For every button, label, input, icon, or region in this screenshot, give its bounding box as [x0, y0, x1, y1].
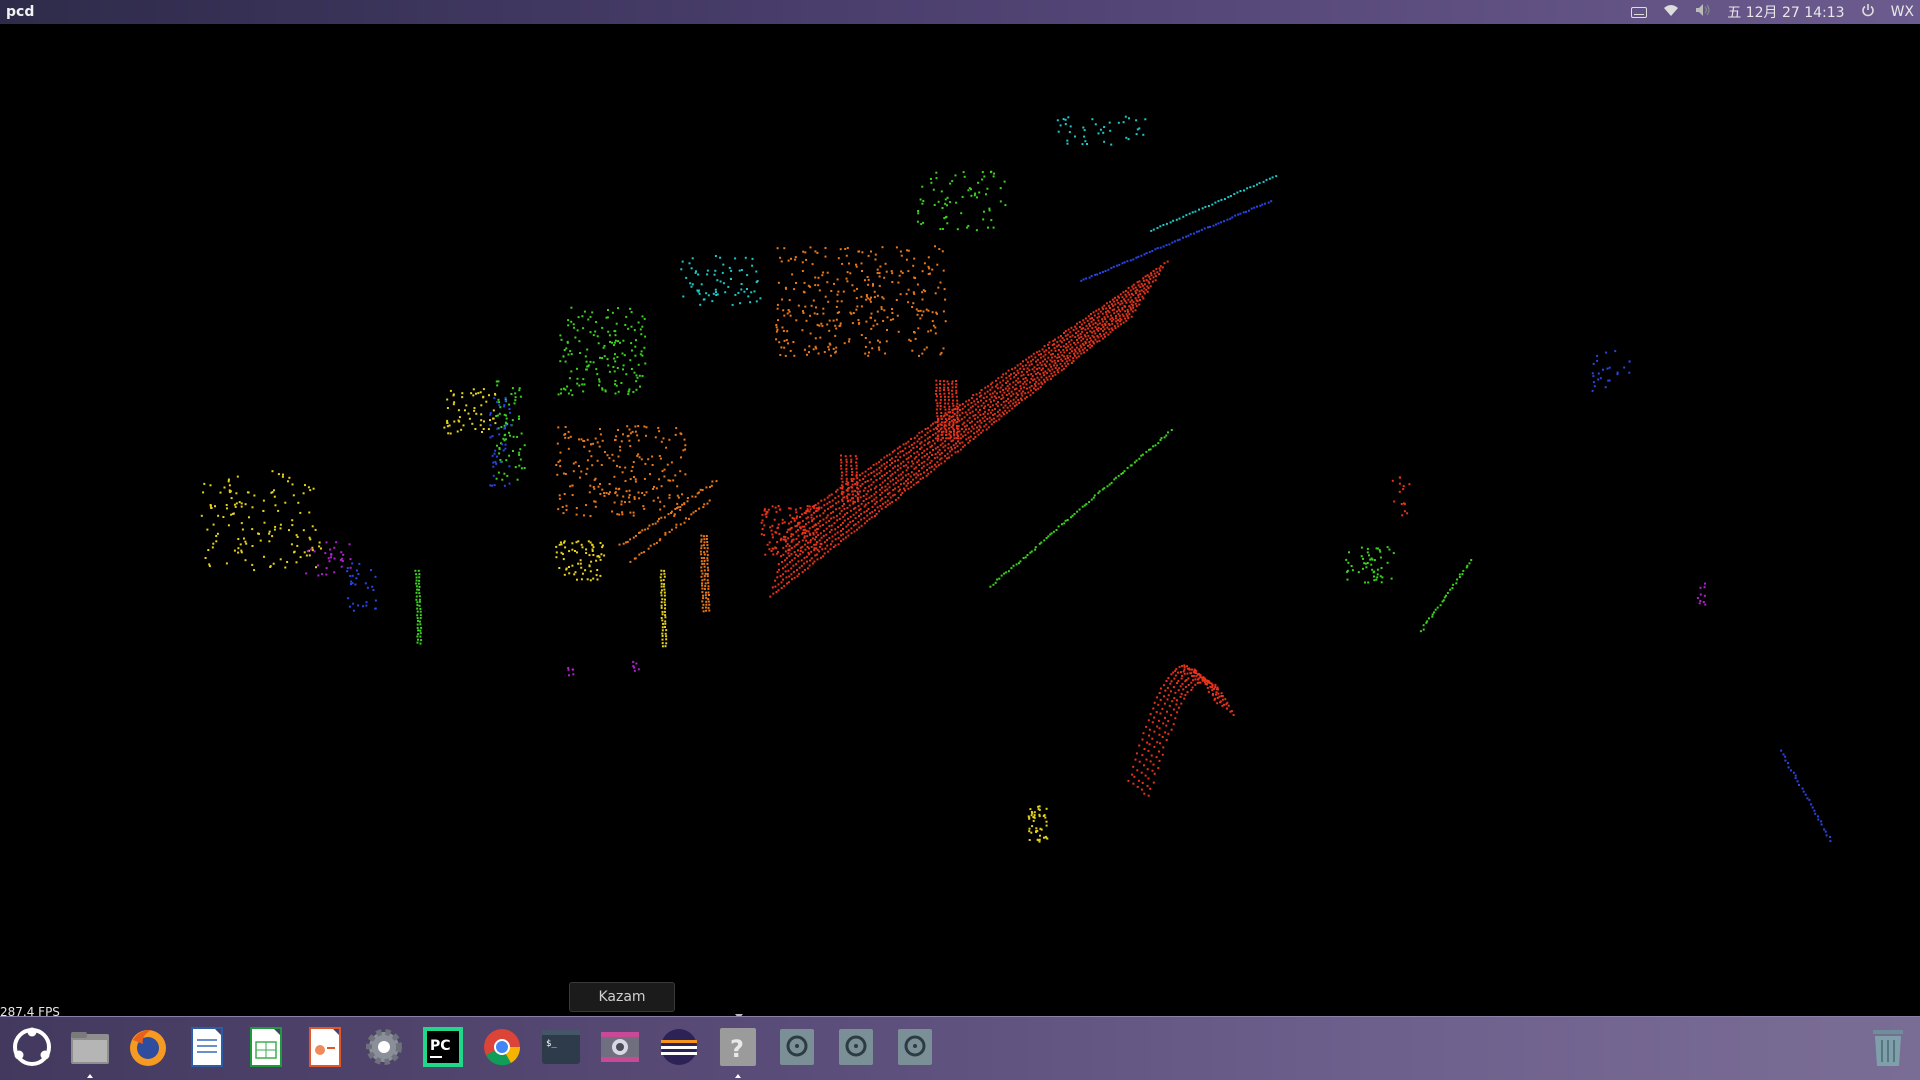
libreoffice-calc-icon — [250, 1027, 282, 1067]
ubuntu-launcher-button[interactable] — [10, 1025, 54, 1069]
window-title: pcd — [6, 4, 35, 20]
calc-button[interactable] — [244, 1025, 288, 1069]
disk-button[interactable] — [775, 1025, 819, 1069]
eclipse-icon — [661, 1029, 697, 1065]
disk-icon — [780, 1029, 814, 1065]
libreoffice-impress-icon — [309, 1027, 341, 1067]
volume-icon[interactable] — [1695, 3, 1711, 21]
indicator-area: 五 12月 27 14:13 WX — [1631, 0, 1914, 24]
firefox-button[interactable] — [126, 1025, 170, 1069]
disk-icon — [898, 1029, 932, 1065]
active-indicator — [735, 1074, 741, 1078]
pycharm-button[interactable]: PC — [421, 1025, 465, 1069]
impress-button[interactable] — [303, 1025, 347, 1069]
power-icon[interactable] — [1861, 3, 1875, 21]
settings-icon — [366, 1029, 402, 1065]
disk-button[interactable] — [834, 1025, 878, 1069]
point-cloud-viewport[interactable] — [0, 24, 1920, 1016]
svg-text:$_: $_ — [546, 1039, 557, 1049]
launcher-dock: PC $_ ? — [0, 1016, 1920, 1080]
trash-icon — [1873, 1030, 1903, 1066]
eclipse-button[interactable] — [657, 1025, 701, 1069]
chrome-button[interactable] — [480, 1025, 524, 1069]
writer-button[interactable] — [185, 1025, 229, 1069]
kazam-icon — [601, 1032, 639, 1062]
wifi-icon[interactable] — [1663, 3, 1679, 21]
disk-button[interactable] — [893, 1025, 937, 1069]
disk-icon — [839, 1029, 873, 1065]
dock-tooltip: Kazam — [569, 982, 675, 1012]
trash-button[interactable] — [1866, 1025, 1910, 1069]
files-icon — [71, 1032, 109, 1064]
user-indicator[interactable]: WX — [1891, 4, 1914, 20]
point-cloud — [200, 115, 1832, 843]
terminal-button[interactable]: $_ — [539, 1025, 583, 1069]
active-indicator — [87, 1074, 93, 1078]
terminal-icon: $_ — [542, 1030, 580, 1064]
pycharm-icon: PC — [423, 1027, 463, 1067]
firefox-icon — [130, 1030, 166, 1066]
files-button[interactable] — [68, 1025, 112, 1078]
kazam-button[interactable] — [598, 1025, 642, 1069]
settings-button[interactable] — [362, 1025, 406, 1069]
top-panel: pcd 五 12月 27 14:13 WX — [0, 0, 1920, 24]
datetime-indicator[interactable]: 五 12月 27 14:13 — [1727, 2, 1844, 22]
help-icon: ? — [720, 1028, 756, 1066]
keyboard-icon[interactable] — [1631, 6, 1648, 18]
chrome-icon — [484, 1029, 521, 1066]
help-button[interactable]: ? — [716, 1025, 760, 1078]
svg-text:?: ? — [730, 1035, 744, 1063]
ubuntu-launcher-icon — [13, 1027, 51, 1066]
libreoffice-writer-icon — [191, 1027, 223, 1067]
svg-text:PC: PC — [430, 1038, 451, 1054]
